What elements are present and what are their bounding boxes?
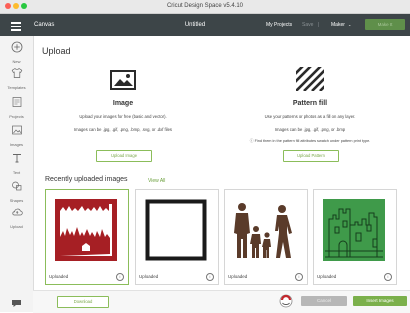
machine-select[interactable]: Maker	[331, 22, 345, 28]
recent-uploads-title: Recently uploaded images	[45, 176, 128, 183]
thumbnail-image-green-castle	[323, 199, 385, 266]
sidebar-item-label: Templates	[7, 85, 26, 90]
sidebar-item-label: Shapes	[9, 198, 24, 203]
pattern-card-line2: Images can be .jpg, .gif, .png, or .bmp	[274, 127, 346, 132]
sidebar-item-upload[interactable]: Upload	[0, 205, 33, 229]
image-card-line1: Upload your images for free (basic and v…	[79, 114, 167, 119]
page-title: Upload	[42, 46, 71, 56]
sidebar-item-label: Projects	[9, 114, 24, 119]
insert-images-button[interactable]: Insert Images	[353, 296, 407, 306]
view-all-link[interactable]: View All	[148, 178, 165, 184]
sidebar-item-templates[interactable]: Templates	[0, 66, 33, 90]
project-title: Untitled	[184, 22, 206, 28]
upload-image-button[interactable]: Upload Image	[96, 150, 152, 162]
menu-icon[interactable]	[11, 20, 21, 33]
download-button[interactable]: Download	[57, 296, 109, 308]
sidebar-item-projects[interactable]: Projects	[0, 95, 33, 119]
window-title: Cricut Design Space v5.4.10	[166, 3, 244, 9]
info-icon[interactable]: i	[384, 273, 392, 281]
upload-pattern-button[interactable]: Upload Pattern	[283, 150, 339, 162]
thumbnail-status: Uploaded	[49, 274, 69, 279]
sidebar-item-label: New	[12, 59, 21, 64]
projects-icon	[12, 97, 21, 107]
image-icon	[11, 125, 22, 135]
image-upload-icon	[110, 70, 136, 95]
cricut-logo-icon	[279, 294, 293, 313]
sidebar-item-text[interactable]: Text	[0, 151, 33, 175]
thumbnail-image-black-frame	[145, 199, 207, 266]
pattern-card-line1: Use your patterns or photos as a fill on…	[264, 114, 356, 119]
my-projects-link[interactable]: My Projects	[266, 22, 292, 28]
thumbnail-status: Uploaded	[317, 274, 337, 279]
cancel-button[interactable]: Cancel	[301, 296, 347, 306]
sidebar-item-label: Upload	[10, 224, 23, 229]
text-icon	[12, 154, 21, 163]
shirt-icon	[11, 67, 22, 78]
info-icon[interactable]: i	[295, 273, 303, 281]
pattern-card-title: Pattern fill	[292, 100, 328, 107]
thumbnail-image-family-silhouette	[232, 201, 298, 264]
header-separator: |	[318, 22, 320, 28]
save-link[interactable]: Save	[302, 22, 313, 28]
thumbnail-status: Uploaded	[139, 274, 159, 279]
image-card-line2: Images can be .jpg, .gif, .png, .bmp, .s…	[74, 127, 172, 132]
sidebar-item-images[interactable]: Images	[0, 123, 33, 147]
image-card-title: Image	[112, 100, 134, 107]
info-icon[interactable]: i	[116, 273, 124, 281]
pattern-card-note: ⓘ Find them in the pattern fill attribut…	[249, 139, 371, 143]
sidebar-item-label: Text	[12, 170, 21, 175]
make-it-button[interactable]: Make It	[365, 19, 405, 30]
chevron-down-icon[interactable]: ⌄	[348, 22, 351, 27]
sidebar-item-new[interactable]: New	[0, 40, 33, 64]
shapes-icon	[11, 181, 21, 191]
thumbnail-image-red-forest	[55, 199, 117, 266]
sidebar-item-shapes[interactable]: Shapes	[0, 179, 33, 203]
info-icon[interactable]: i	[206, 273, 214, 281]
pattern-fill-icon	[296, 67, 324, 96]
thumbnail-status: Uploaded	[228, 274, 248, 279]
upload-cloud-icon	[11, 208, 23, 216]
sidebar-item-label: Images	[9, 142, 24, 147]
chat-icon[interactable]	[11, 295, 22, 313]
plus-circle-icon	[11, 41, 22, 53]
app-name: Canvas	[34, 22, 55, 28]
